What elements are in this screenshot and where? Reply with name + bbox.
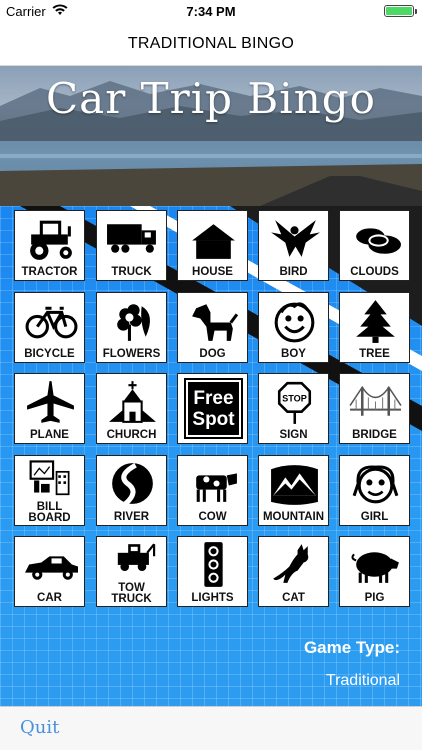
tractor-icon bbox=[30, 220, 72, 260]
bingo-tile-label: RIVER bbox=[113, 511, 150, 523]
bingo-tile[interactable]: FLOWERS bbox=[96, 292, 167, 363]
bingo-tile[interactable]: BOY bbox=[258, 292, 329, 363]
bingo-tile[interactable]: CLOUDS bbox=[339, 210, 410, 281]
game-type-label: Game Type: bbox=[303, 638, 400, 657]
traffic-light-icon bbox=[204, 542, 223, 587]
girl-face-icon bbox=[352, 465, 399, 504]
bingo-tile-label: MOUNTAIN bbox=[262, 511, 325, 523]
stop-sign-icon: STOP bbox=[277, 381, 312, 424]
bridge-icon bbox=[349, 385, 402, 416]
church-icon bbox=[109, 381, 156, 423]
bingo-tile-label: TRUCK bbox=[111, 266, 152, 278]
nav-bar: TRADITIONAL BINGO bbox=[0, 22, 422, 66]
tree-icon bbox=[356, 300, 395, 343]
bingo-tile[interactable]: CAR bbox=[14, 536, 85, 607]
bingo-tile-label-line: BOARD bbox=[28, 512, 71, 524]
bingo-tile[interactable]: MOUNTAIN bbox=[258, 455, 329, 526]
flower-icon bbox=[117, 304, 150, 341]
bingo-tile[interactable]: BICYCLE bbox=[14, 292, 85, 363]
bingo-tile[interactable]: TRACTOR bbox=[14, 210, 85, 281]
bingo-tile-label: BRIDGE bbox=[352, 429, 397, 441]
bingo-tile[interactable]: DOG bbox=[177, 292, 248, 363]
bingo-tile[interactable]: TREE bbox=[339, 292, 410, 363]
bingo-tile[interactable]: PLANE bbox=[14, 373, 85, 444]
bingo-tile-label: COW bbox=[198, 511, 227, 523]
boy-face-icon bbox=[274, 302, 315, 343]
bingo-tile-label: BICYCLE bbox=[24, 348, 75, 360]
clouds-icon bbox=[356, 228, 401, 254]
page-title: TRADITIONAL BINGO bbox=[127, 35, 295, 52]
car-icon bbox=[25, 556, 78, 580]
bingo-tile-label: CAT bbox=[282, 592, 305, 604]
bingo-tile[interactable]: CHURCH bbox=[96, 373, 167, 444]
bingo-tile-label: LIGHTS bbox=[191, 592, 234, 604]
bingo-tile[interactable]: PIG bbox=[339, 536, 410, 607]
bingo-tile-label: CAR bbox=[37, 592, 62, 604]
clock: 7:34 PM bbox=[186, 4, 236, 19]
bingo-tile-label: BILL BOARD bbox=[15, 501, 84, 524]
bingo-tile-label: TREE bbox=[359, 348, 390, 360]
bingo-tile[interactable]: LIGHTS bbox=[177, 536, 248, 607]
bingo-tile[interactable]: STOP SIGN bbox=[258, 373, 329, 444]
bingo-tile[interactable]: HOUSE bbox=[177, 210, 248, 281]
free-spot-text: Spot bbox=[192, 409, 235, 430]
banner-title: Car Trip Bingo bbox=[46, 74, 376, 123]
bingo-tile-label: FLOWERS bbox=[102, 348, 161, 360]
bingo-tile[interactable]: TRUCK bbox=[96, 210, 167, 281]
bicycle-icon bbox=[25, 306, 78, 339]
bingo-tile-label: SIGN bbox=[279, 429, 308, 441]
bird-icon bbox=[271, 220, 320, 257]
bingo-tile-label: DOG bbox=[199, 348, 226, 360]
bingo-tile[interactable]: CAT bbox=[258, 536, 329, 607]
bingo-board: TRACTOR TRUCK HOUSE BIRD CLOUDS BICYCLE FLOWER… bbox=[0, 206, 422, 706]
bingo-tile[interactable]: Free Spot bbox=[177, 373, 248, 444]
game-type-value: Traditional bbox=[325, 672, 400, 689]
status-bar: Carrier 7:34 PM bbox=[0, 0, 422, 22]
bingo-tile-label: PLANE bbox=[30, 429, 69, 441]
billboard-icon bbox=[29, 460, 70, 496]
bingo-tile[interactable]: TOW TRUCK bbox=[96, 536, 167, 607]
bingo-tile[interactable]: BIRD bbox=[258, 210, 329, 281]
free-spot-text: Free bbox=[193, 388, 234, 409]
bingo-tile[interactable]: RIVER bbox=[96, 455, 167, 526]
quit-button[interactable]: Quit bbox=[20, 717, 59, 738]
pig-icon bbox=[351, 552, 399, 583]
bingo-tile-label: GIRL bbox=[360, 511, 389, 523]
dog-icon bbox=[192, 304, 239, 341]
cat-icon bbox=[273, 544, 309, 583]
bingo-tile-label: CHURCH bbox=[106, 429, 157, 441]
svg-text:STOP: STOP bbox=[282, 394, 307, 404]
bingo-tile-label: BOY bbox=[281, 348, 306, 360]
house-icon bbox=[192, 224, 235, 259]
bingo-tile-label: TRACTOR bbox=[21, 266, 78, 278]
free-spot-box: Free Spot bbox=[184, 378, 243, 439]
bingo-tile-label: TOW TRUCK bbox=[97, 582, 166, 605]
bingo-tile[interactable]: GIRL bbox=[339, 455, 410, 526]
plane-icon bbox=[27, 381, 74, 423]
bottom-toolbar: Quit bbox=[0, 706, 422, 750]
bingo-tile-label: CLOUDS bbox=[350, 266, 399, 278]
bingo-tile[interactable]: COW bbox=[177, 455, 248, 526]
bingo-tile-label: BIRD bbox=[279, 266, 308, 278]
bingo-tile-label: HOUSE bbox=[192, 266, 233, 278]
cow-icon bbox=[196, 473, 237, 502]
tow-truck-icon bbox=[117, 543, 156, 571]
bingo-tile[interactable]: BILL BOARD bbox=[14, 455, 85, 526]
truck-icon bbox=[107, 224, 156, 253]
bingo-tile[interactable]: BRIDGE bbox=[339, 373, 410, 444]
banner-image: Car Trip Bingo bbox=[0, 66, 422, 206]
mountain-icon bbox=[271, 465, 318, 505]
bingo-tile-label-line: TRUCK bbox=[111, 593, 152, 605]
battery-icon bbox=[384, 5, 417, 17]
river-icon bbox=[112, 462, 153, 506]
bingo-tile-label: PIG bbox=[364, 592, 385, 604]
